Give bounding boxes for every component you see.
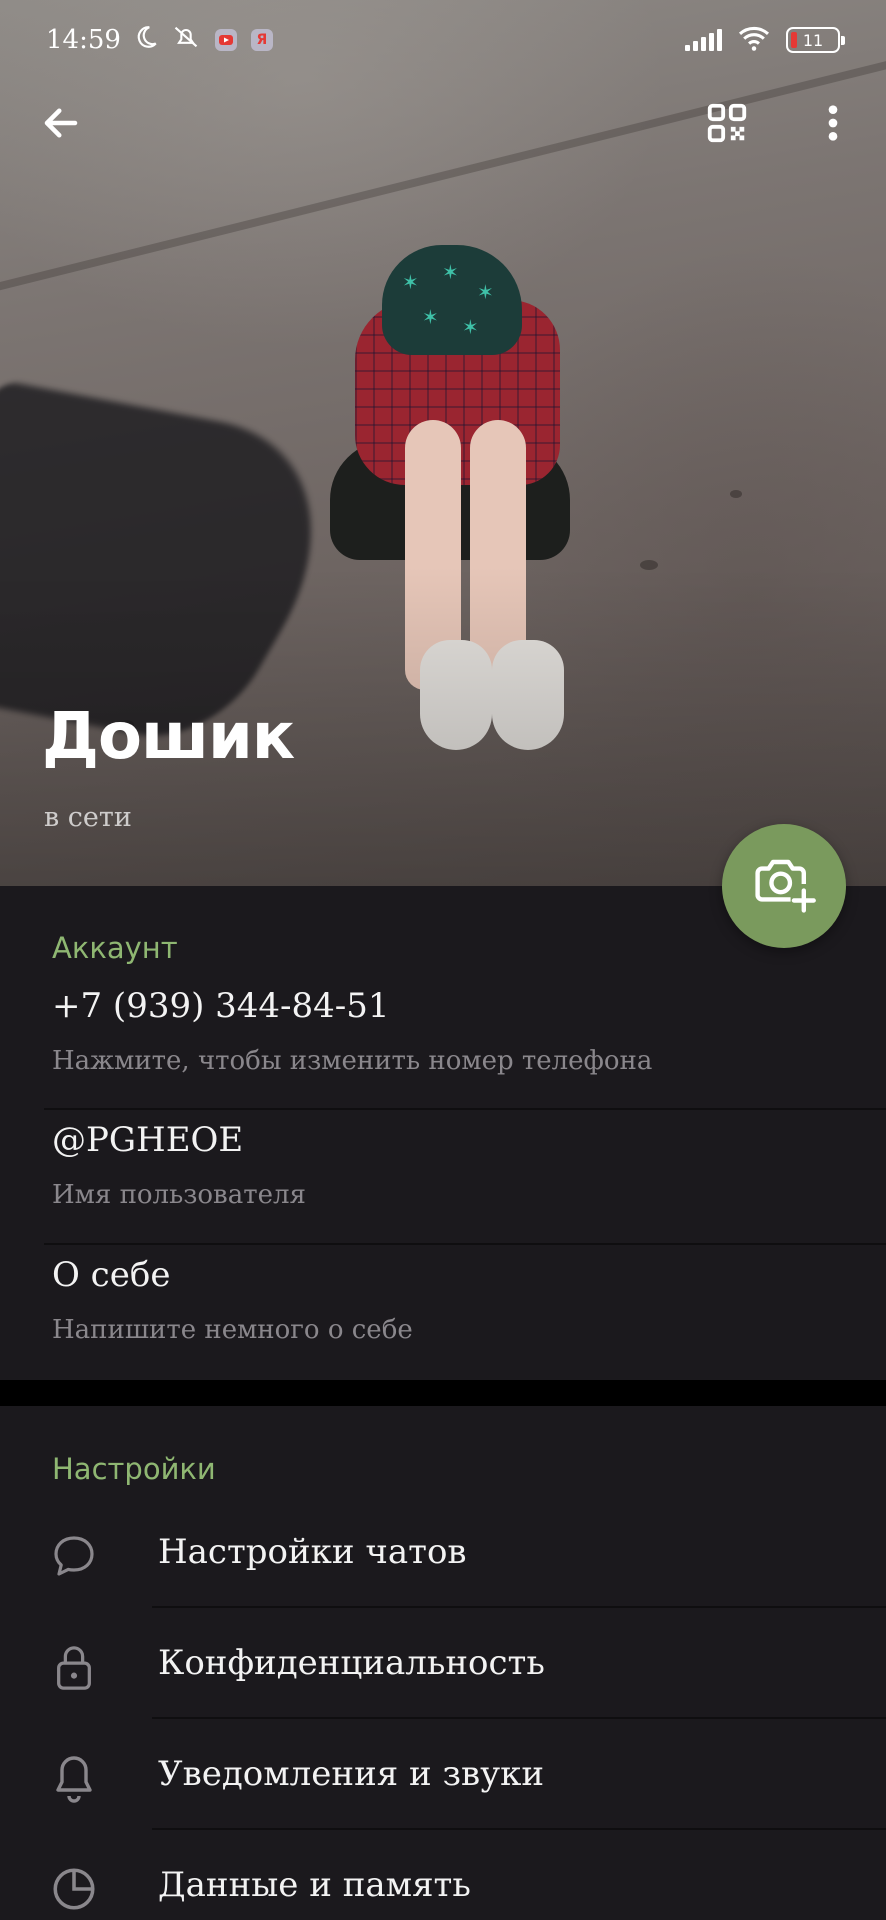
youtube-icon [214,29,237,51]
phone-number: +7 (939) 344-84-51 [52,986,390,1026]
pie-chart-icon [46,1861,102,1917]
username: @PGHEOE [52,1120,244,1160]
yandex-icon: Я [250,29,273,51]
status-bar: 14:59 Я 11 [0,0,886,80]
photo-hat: ✶ ✶ ✶ ✶ ✶ [382,245,522,355]
bio: О себе [52,1255,171,1295]
settings-item-chats[interactable]: Настройки чатов [0,1502,886,1612]
divider [152,1717,886,1719]
set-photo-button[interactable] [722,824,846,948]
settings-item-notifications[interactable]: Уведомления и звуки [0,1724,886,1834]
divider [44,1243,886,1245]
divider [44,1108,886,1110]
moon-icon [133,24,159,57]
camera-add-icon [751,854,817,918]
account-section: Аккаунт +7 (939) 344-84-51 Нажмите, чтоб… [0,886,886,1380]
profile-name: Дошик [42,700,295,774]
section-gap [0,1380,886,1406]
username-row[interactable]: @PGHEOE Имя пользователя [0,1120,886,1230]
more-vertical-icon [827,103,839,147]
mute-icon [171,23,201,58]
wifi-icon [736,24,772,56]
photo-speck [730,490,742,498]
settings-item-label: Уведомления и звуки [158,1754,545,1794]
bio-hint: Напишите немного о себе [52,1315,413,1345]
bio-row[interactable]: О себе Напишите немного о себе [0,1255,886,1365]
battery-level: 11 [802,30,824,50]
section-title-settings: Настройки [52,1452,216,1486]
qr-code-icon [704,100,750,150]
bell-icon [46,1750,102,1806]
settings-item-label: Настройки чатов [158,1532,467,1572]
username-hint: Имя пользователя [52,1180,306,1210]
back-button[interactable] [26,90,96,160]
settings-item-label: Данные и память [158,1865,471,1905]
phone-number-row[interactable]: +7 (939) 344-84-51 Нажмите, чтобы измени… [0,986,886,1096]
settings-section: Настройки Настройки чатов Конфиденциальн… [0,1406,886,1920]
chat-bubble-icon [46,1528,102,1584]
section-title-account: Аккаунт [52,931,178,965]
lock-icon [46,1639,102,1695]
more-button[interactable] [798,90,868,160]
divider [152,1828,886,1830]
settings-item-data-storage[interactable]: Данные и память [0,1835,886,1920]
arrow-left-icon [40,102,82,148]
signal-icon [685,29,722,51]
battery-icon: 11 [786,27,845,53]
divider [152,1606,886,1608]
phone-number-hint: Нажмите, чтобы изменить номер телефона [52,1046,653,1076]
qr-code-button[interactable] [692,90,762,160]
settings-item-privacy[interactable]: Конфиденциальность [0,1613,886,1723]
profile-status: в сети [44,802,132,833]
settings-item-label: Конфиденциальность [158,1643,545,1683]
status-time: 14:59 [46,25,121,55]
